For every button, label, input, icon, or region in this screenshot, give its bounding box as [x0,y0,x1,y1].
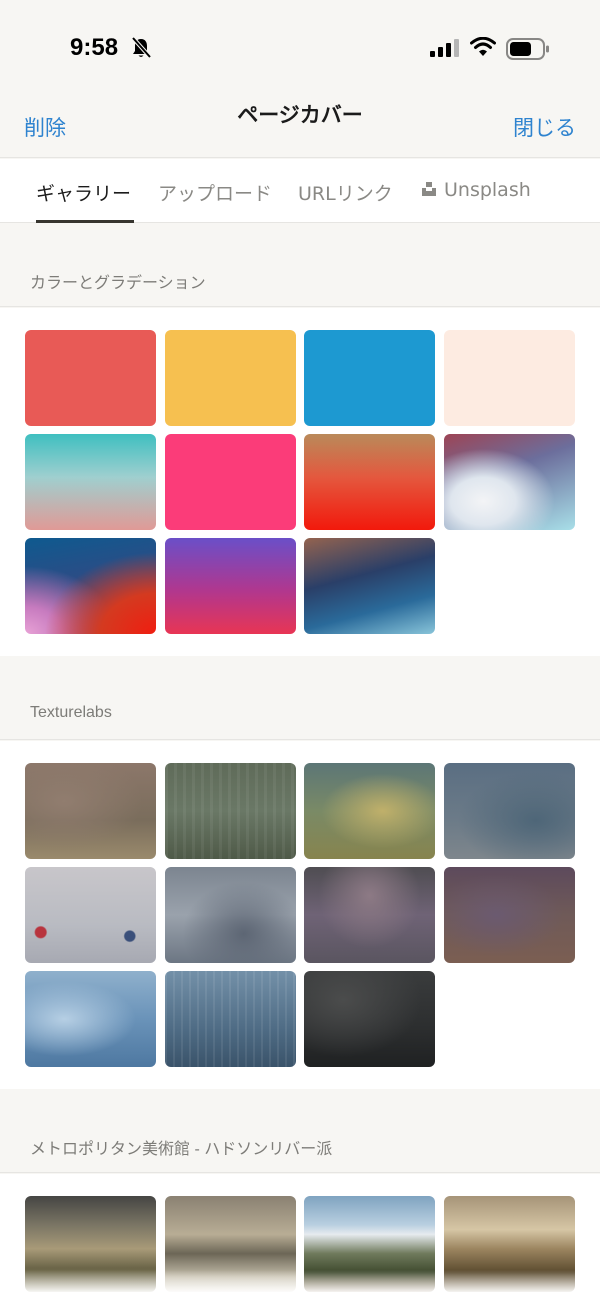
unsplash-icon [422,181,436,196]
cover-solid-cream[interactable] [444,330,575,426]
cover-gradient-mauve-sky[interactable] [444,434,575,530]
cover-gradient-blue-red[interactable] [25,538,156,634]
cover-texture-11[interactable] [304,971,435,1067]
signal-icon [430,39,459,57]
close-button[interactable]: 閉じる [513,112,576,142]
section-title-texturelabs: Texturelabs [30,704,112,721]
status-time: 9:58 [70,34,119,61]
cover-solid-red[interactable] [25,330,156,426]
page-title: ページカバー [237,103,363,127]
section-colors [0,308,600,656]
cover-texture-3[interactable] [304,763,435,859]
scroll-fade [0,1270,600,1304]
wifi-icon [470,37,496,56]
cover-solid-yellow[interactable] [165,330,296,426]
tab-bar: ギャラリー アップロード URLリンク Unsplash [0,159,600,223]
cover-texture-9[interactable] [25,971,156,1067]
tab-gallery[interactable]: ギャラリー [36,179,131,206]
tab-url-link[interactable]: URLリンク [298,179,393,206]
section-title-met-museum: メトロポリタン美術館 - ハドソンリバー派 [30,1141,333,1158]
cover-texture-7[interactable] [304,867,435,963]
section-header-met-museum: メトロポリタン美術館 - ハドソンリバー派 [0,1090,600,1173]
cover-gradient-orange-red[interactable] [304,434,435,530]
cover-texture-8[interactable] [444,867,575,963]
cover-texture-5[interactable] [25,867,156,963]
tab-unsplash[interactable]: Unsplash [422,179,531,201]
modal-header: 削除 ページカバー 閉じる [0,96,600,158]
cover-texture-10[interactable] [165,971,296,1067]
cover-texture-4[interactable] [444,763,575,859]
battery-icon [506,38,549,60]
tab-unsplash-label: Unsplash [444,179,531,201]
section-texturelabs [0,741,600,1089]
cover-gradient-teal-pink[interactable] [25,434,156,530]
active-tab-indicator [36,220,134,223]
cover-solid-blue[interactable] [304,330,435,426]
status-bar: 9:58 [0,0,600,96]
cover-gradient-brown-blue[interactable] [304,538,435,634]
cover-texture-1[interactable] [25,763,156,859]
section-header-colors: カラーとグラデーション [0,224,600,307]
section-header-texturelabs: Texturelabs [0,657,600,740]
tab-upload[interactable]: アップロード [158,179,272,206]
section-title-colors: カラーとグラデーション [30,275,206,292]
cover-texture-2[interactable] [165,763,296,859]
cover-solid-pink[interactable] [165,434,296,530]
cover-gradient-violet-red[interactable] [165,538,296,634]
bell-muted-icon [131,36,152,59]
cover-texture-6[interactable] [165,867,296,963]
